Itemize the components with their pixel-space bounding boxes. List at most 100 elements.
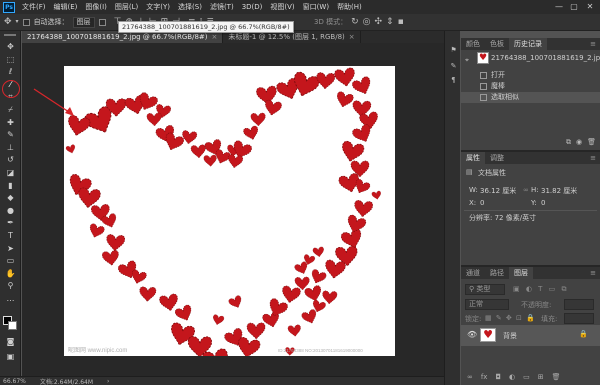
zoom-level[interactable]: 66.67%: [3, 378, 26, 385]
show-transform-checkbox[interactable]: [98, 18, 106, 26]
delete-layer-icon[interactable]: 🗑: [552, 373, 561, 381]
status-menu-arrow[interactable]: ›: [107, 378, 109, 385]
eyedropper-tool-icon[interactable]: ⌿: [3, 104, 18, 115]
quick-mask-icon[interactable]: ◙: [3, 336, 18, 347]
move-tool-icon[interactable]: ✥: [3, 41, 18, 52]
auto-select-target-dropdown[interactable]: 图层: [72, 16, 95, 28]
fill-input[interactable]: [564, 313, 594, 324]
minimize-button[interactable]: —: [552, 2, 566, 12]
path-select-tool-icon[interactable]: ➤: [3, 243, 18, 254]
history-brush-tool-icon[interactable]: ↺: [3, 154, 18, 165]
panel-menu-icon[interactable]: ≡: [586, 152, 600, 164]
layer-visibility-eye-icon[interactable]: 👁: [467, 330, 477, 339]
menu-image[interactable]: 图像(I): [81, 2, 111, 12]
zoom-tool-icon[interactable]: ⚲: [3, 280, 18, 291]
color-swatches[interactable]: [3, 316, 17, 330]
layer-filter-dropdown[interactable]: ⚲ 类型: [465, 284, 505, 295]
y-value[interactable]: 0: [541, 199, 545, 207]
menu-help[interactable]: 帮助(H): [333, 2, 366, 12]
type-tool-icon[interactable]: T: [3, 230, 18, 241]
menu-layer[interactable]: 图层(L): [111, 2, 142, 12]
lasso-tool-icon[interactable]: ℓ: [3, 66, 18, 77]
blur-tool-icon[interactable]: ◆: [3, 192, 18, 203]
gradient-tool-icon[interactable]: ▮: [3, 180, 18, 191]
3d-slide-icon[interactable]: ⇕: [386, 17, 394, 27]
delete-state-icon[interactable]: 🗑: [587, 138, 596, 147]
panel-menu-icon[interactable]: ≡: [586, 38, 600, 50]
link-dimensions-icon[interactable]: ∞: [523, 186, 529, 194]
history-item-open[interactable]: 打开: [461, 70, 600, 81]
link-layers-icon[interactable]: ∞: [467, 373, 473, 381]
brush-panel-icon[interactable]: ✎: [448, 61, 459, 71]
eraser-tool-icon[interactable]: ◪: [3, 167, 18, 178]
maximize-button[interactable]: ▢: [567, 2, 581, 12]
marquee-tool-icon[interactable]: ⬚: [3, 54, 18, 65]
new-document-from-state-icon[interactable]: ⧉: [566, 138, 571, 147]
3d-scale-icon[interactable]: ▪: [398, 17, 404, 27]
opacity-input[interactable]: [564, 299, 594, 310]
tab-close-icon[interactable]: ×: [349, 33, 355, 41]
layer-name[interactable]: 背景: [503, 331, 517, 341]
adjustment-layer-icon[interactable]: ◐: [509, 373, 515, 381]
background-color-swatch[interactable]: [8, 321, 17, 330]
menu-window[interactable]: 窗口(W): [299, 2, 333, 12]
history-item-magic-wand[interactable]: 魔棒: [461, 81, 600, 92]
menu-select[interactable]: 选择(S): [174, 2, 206, 12]
tab-swatches[interactable]: 色板: [485, 38, 509, 50]
move-options-icon[interactable]: ✥: [4, 17, 12, 27]
tab-channels[interactable]: 通道: [461, 267, 485, 279]
height-value[interactable]: 31.82 厘米: [541, 186, 577, 196]
width-value[interactable]: 36.12 厘米: [480, 186, 516, 196]
clone-stamp-tool-icon[interactable]: ⊥: [3, 142, 18, 153]
new-layer-icon[interactable]: ⊞: [538, 373, 544, 381]
canvas-area[interactable]: 昵图网 www.nipic.com ID:21764388 NO:2013070…: [22, 43, 444, 376]
menu-3d[interactable]: 3D(D): [238, 3, 267, 11]
3d-drag-icon[interactable]: ✣: [374, 17, 382, 27]
history-snapshot[interactable]: ⌖ ♥ 21764388_100701881619_2.jpg: [461, 50, 600, 66]
rectangle-tool-icon[interactable]: ▭: [3, 255, 18, 266]
layer-row-background[interactable]: 👁 ♥ 背景 🔒: [461, 325, 600, 346]
lock-icons[interactable]: ▦ ✎ ✥ ⊡ 🔒: [485, 314, 536, 322]
more-tools-icon[interactable]: …: [3, 293, 18, 304]
layer-filter-icons[interactable]: ▣ ◐ T ▭ ⧉: [513, 285, 569, 294]
tab-close-icon[interactable]: ×: [212, 33, 218, 41]
brush-tool-icon[interactable]: ✎: [3, 129, 18, 140]
history-item-select-similar[interactable]: 选取相似: [461, 92, 600, 103]
document-size: 文档:2.64M/2.64M: [39, 378, 94, 385]
history-panel-icon[interactable]: ⚑: [448, 45, 459, 55]
3d-mode-label: 3D 模式：: [314, 18, 348, 26]
new-group-icon[interactable]: ▭: [523, 373, 530, 381]
snapshot-camera-icon[interactable]: ◉: [576, 138, 582, 147]
tab-adjustments[interactable]: 调整: [485, 152, 509, 164]
tab-layers[interactable]: 图层: [509, 267, 533, 279]
panel-menu-icon[interactable]: ≡: [586, 267, 600, 279]
menu-edit[interactable]: 编辑(E): [50, 2, 82, 12]
menu-type[interactable]: 文字(Y): [142, 2, 174, 12]
height-label: H:: [531, 186, 539, 194]
hand-tool-icon[interactable]: ✋: [3, 268, 18, 279]
3d-roll-icon[interactable]: ◎: [363, 17, 371, 27]
grip-icon[interactable]: [4, 34, 16, 36]
add-mask-icon[interactable]: ◘: [495, 373, 501, 381]
3d-rotate-icon[interactable]: ↻: [351, 17, 359, 27]
tab-paths[interactable]: 路径: [485, 267, 509, 279]
dodge-tool-icon[interactable]: ●: [3, 205, 18, 216]
menu-view[interactable]: 视图(V): [266, 2, 298, 12]
history-brush-source-icon[interactable]: ⌖: [465, 52, 469, 68]
healing-brush-tool-icon[interactable]: ✚: [3, 117, 18, 128]
x-value[interactable]: 0: [480, 199, 484, 207]
tab-properties[interactable]: 属性: [461, 152, 485, 164]
layers-footer: ∞ fx ◘ ◐ ▭ ⊞ 🗑: [467, 373, 561, 381]
menu-filter[interactable]: 滤镜(T): [206, 2, 238, 12]
close-window-button[interactable]: ✕: [583, 2, 597, 12]
screen-mode-icon[interactable]: ▣: [3, 351, 18, 362]
tab-color[interactable]: 颜色: [461, 38, 485, 50]
layer-style-icon[interactable]: fx: [481, 373, 488, 381]
pen-tool-icon[interactable]: ✒: [3, 217, 18, 228]
blend-mode-dropdown[interactable]: 正常: [465, 299, 509, 310]
auto-select-checkbox[interactable]: [22, 18, 30, 26]
dropdown-arrow-icon[interactable]: ▾: [16, 17, 19, 27]
paragraph-panel-icon[interactable]: ¶: [448, 75, 459, 85]
menu-file[interactable]: 文件(F): [18, 2, 50, 12]
tab-history[interactable]: 历史记录: [509, 38, 547, 50]
